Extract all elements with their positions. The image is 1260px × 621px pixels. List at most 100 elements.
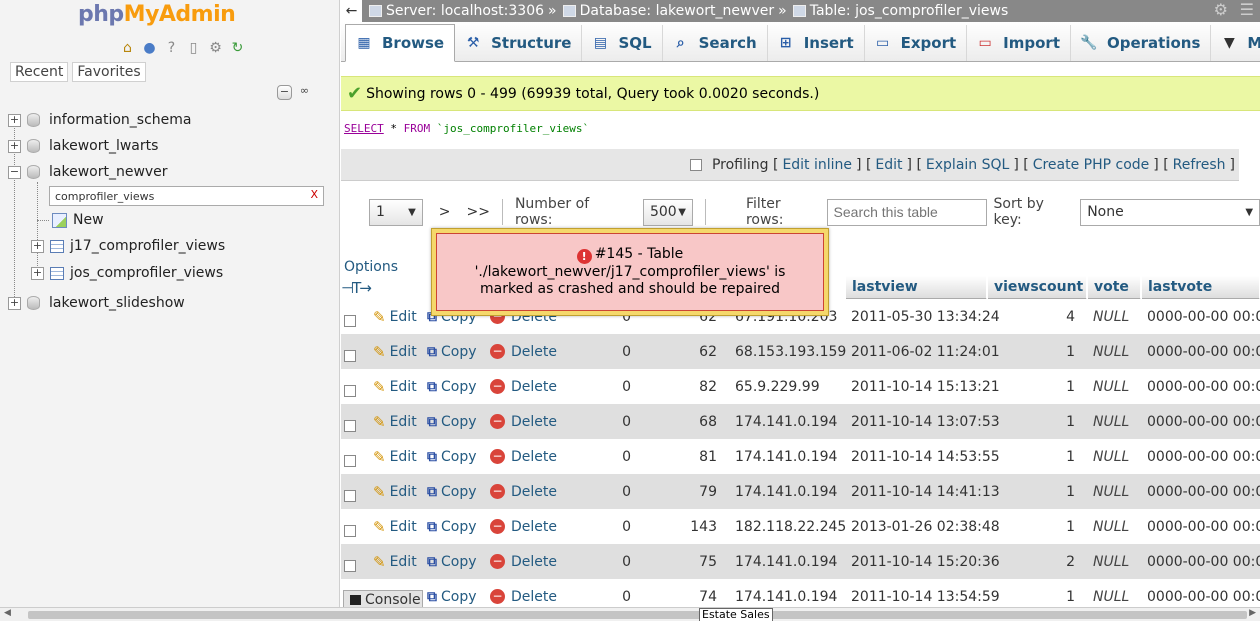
header-vote[interactable]: vote (1088, 276, 1141, 300)
cell-a[interactable]: 0 (622, 414, 631, 430)
cell-vote[interactable]: NULL (1093, 554, 1129, 570)
row-checkbox[interactable] (344, 559, 356, 572)
collapse-icon[interactable]: − (8, 165, 21, 179)
cell-b[interactable]: 79 (699, 484, 717, 500)
help-icon[interactable]: ? (162, 39, 181, 56)
create-php-code-link[interactable]: Create PHP code (1033, 157, 1150, 173)
delete-link[interactable]: − Delete (490, 449, 557, 465)
cell-lastview[interactable]: 2011-05-30 13:34:24 (851, 309, 1000, 325)
tab-export[interactable]: ▭ Export (865, 25, 968, 61)
home-icon[interactable]: ⌂ (118, 39, 137, 56)
edit-link[interactable]: ✎Edit (373, 483, 417, 501)
row-checkbox[interactable] (344, 524, 356, 537)
delete-link[interactable]: − Delete (490, 519, 557, 535)
cell-a[interactable]: 0 (622, 379, 631, 395)
edit-link[interactable]: ✎Edit (373, 413, 417, 431)
delete-link[interactable]: − Delete (490, 554, 557, 570)
tab-import[interactable]: ▭ Import (967, 25, 1071, 61)
tab-browse[interactable]: ▦ Browse (345, 24, 456, 62)
cell-lastvote[interactable]: 0000-00-00 00:00:00 (1147, 589, 1260, 605)
copy-link[interactable]: ⧉ Copy (427, 484, 477, 500)
cell-lastvote[interactable]: 0000-00-00 00:00:00 (1147, 449, 1260, 465)
cell-vote[interactable]: NULL (1093, 309, 1129, 325)
cell-lastvote[interactable]: 0000-00-00 00:00:00 (1147, 379, 1260, 395)
db-lakewort-lwarts[interactable]: + lakewort_lwarts (8, 135, 158, 157)
expand-icon[interactable]: + (8, 296, 21, 310)
cell-viewscount[interactable]: 1 (1066, 449, 1075, 465)
cell-lastview[interactable]: 2011-10-14 15:13:21 (851, 379, 1000, 395)
collapse-all-button[interactable]: − (277, 85, 292, 100)
cell-ip[interactable]: 174.141.0.194 (735, 589, 837, 605)
row-checkbox[interactable] (344, 314, 356, 327)
tab-operations[interactable]: 🔧 Operations (1071, 25, 1212, 61)
cell-b[interactable]: 62 (699, 344, 717, 360)
cell-ip[interactable]: 174.141.0.194 (735, 554, 837, 570)
table-row[interactable]: ✎ Edit ⧉ Copy − Delete 0 81 174.141.0.194 2011-10… (341, 439, 1260, 474)
horizontal-scrollbar[interactable]: ◀ ▶ (0, 607, 1260, 621)
error-notification[interactable]: ! #145 - Table './lakewort_newver/j17_com… (431, 228, 829, 316)
next-page-button[interactable]: > (439, 204, 451, 220)
row-checkbox[interactable] (344, 489, 356, 502)
delete-link[interactable]: − Delete (490, 414, 557, 430)
delete-link[interactable]: − Delete (490, 484, 557, 500)
cell-lastview[interactable]: 2011-10-14 14:41:13 (851, 484, 1000, 500)
delete-link[interactable]: − Delete (490, 344, 557, 360)
row-checkbox[interactable] (344, 454, 356, 467)
sql-query[interactable]: SELECT * FROM `jos_comprofiler_views` (344, 122, 589, 135)
settings-gear-icon[interactable]: ⚙ (1214, 0, 1228, 19)
table-j17-comprofiler-views[interactable]: + j17_comprofiler_views (31, 235, 225, 257)
options-link[interactable]: Options (344, 259, 398, 275)
cell-a[interactable]: 0 (622, 519, 631, 535)
cell-viewscount[interactable]: 1 (1066, 484, 1075, 500)
copy-link[interactable]: ⧉ Copy (427, 519, 477, 535)
table-filter-input[interactable]: comprofiler_views X (49, 186, 324, 206)
expand-icon[interactable]: + (31, 266, 44, 280)
cell-lastvote[interactable]: 0000-00-00 00:00:00 (1147, 344, 1260, 360)
recent-tab[interactable]: Recent (10, 62, 69, 82)
cell-viewscount[interactable]: 2 (1066, 554, 1075, 570)
edit-link[interactable]: ✎Edit (373, 308, 417, 326)
phpmyadmin-logo[interactable]: phpMyAdmin (78, 2, 236, 27)
cell-b[interactable]: 74 (699, 589, 717, 605)
tab-more[interactable]: ▼More (1211, 25, 1260, 61)
reload-icon[interactable]: ↻ (228, 39, 247, 56)
table-row[interactable]: ✎ Edit ⧉ Copy − Delete 0 68 174.141.0.194 2011-10… (341, 404, 1260, 439)
cell-a[interactable]: 0 (622, 484, 631, 500)
cell-ip[interactable]: 174.141.0.194 (735, 449, 837, 465)
row-checkbox[interactable] (344, 349, 356, 362)
page-select[interactable]: 1 ▼ (369, 198, 423, 226)
cell-b[interactable]: 75 (699, 554, 717, 570)
cell-ip[interactable]: 182.118.22.245 (735, 519, 846, 535)
tab-structure[interactable]: ⚒ Structure (455, 25, 583, 61)
delete-link[interactable]: − Delete (490, 589, 557, 605)
sort-key-select[interactable]: None ▼ (1080, 198, 1260, 226)
cell-ip[interactable]: 174.141.0.194 (735, 484, 837, 500)
cell-a[interactable]: 0 (622, 344, 631, 360)
expand-icon[interactable]: + (8, 139, 21, 153)
cell-lastvote[interactable]: 0000-00-00 00:00:00 (1147, 484, 1260, 500)
db-information-schema[interactable]: + information_schema (8, 109, 192, 131)
cell-lastvote[interactable]: 0000-00-00 00:00:00 (1147, 554, 1260, 570)
header-lastvote[interactable]: lastvote (1142, 276, 1260, 300)
cell-ip[interactable]: 174.141.0.194 (735, 414, 837, 430)
settings-gear-icon[interactable]: ⚙ (206, 39, 225, 56)
cell-a[interactable]: 0 (622, 589, 631, 605)
edit-link[interactable]: ✎Edit (373, 378, 417, 396)
scrollbar-thumb[interactable] (28, 611, 1247, 619)
cell-viewscount[interactable]: 4 (1066, 309, 1075, 325)
cell-lastview[interactable]: 2011-06-02 11:24:01 (851, 344, 1000, 360)
edit-link[interactable]: Edit (875, 157, 902, 173)
tab-sql[interactable]: ▤ SQL (582, 25, 663, 61)
db-lakewort-slideshow[interactable]: + lakewort_slideshow (8, 292, 185, 314)
edit-link[interactable]: ✎Edit (373, 343, 417, 361)
column-visibility-arrows[interactable]: ⊣T→ (341, 279, 372, 297)
cell-vote[interactable]: NULL (1093, 344, 1129, 360)
copy-link[interactable]: ⧉ Copy (427, 554, 477, 570)
cell-vote[interactable]: NULL (1093, 379, 1129, 395)
cell-ip[interactable]: 65.9.229.99 (735, 379, 820, 395)
cell-b[interactable]: 68 (699, 414, 717, 430)
last-page-button[interactable]: >> (467, 204, 490, 220)
table-row[interactable]: ✎ Edit ⧉ Copy − Delete 0 82 65.9.229.99 2011-10-1… (341, 369, 1260, 404)
expand-icon[interactable]: + (8, 113, 21, 127)
tab-insert[interactable]: ⊞ Insert (768, 25, 865, 61)
